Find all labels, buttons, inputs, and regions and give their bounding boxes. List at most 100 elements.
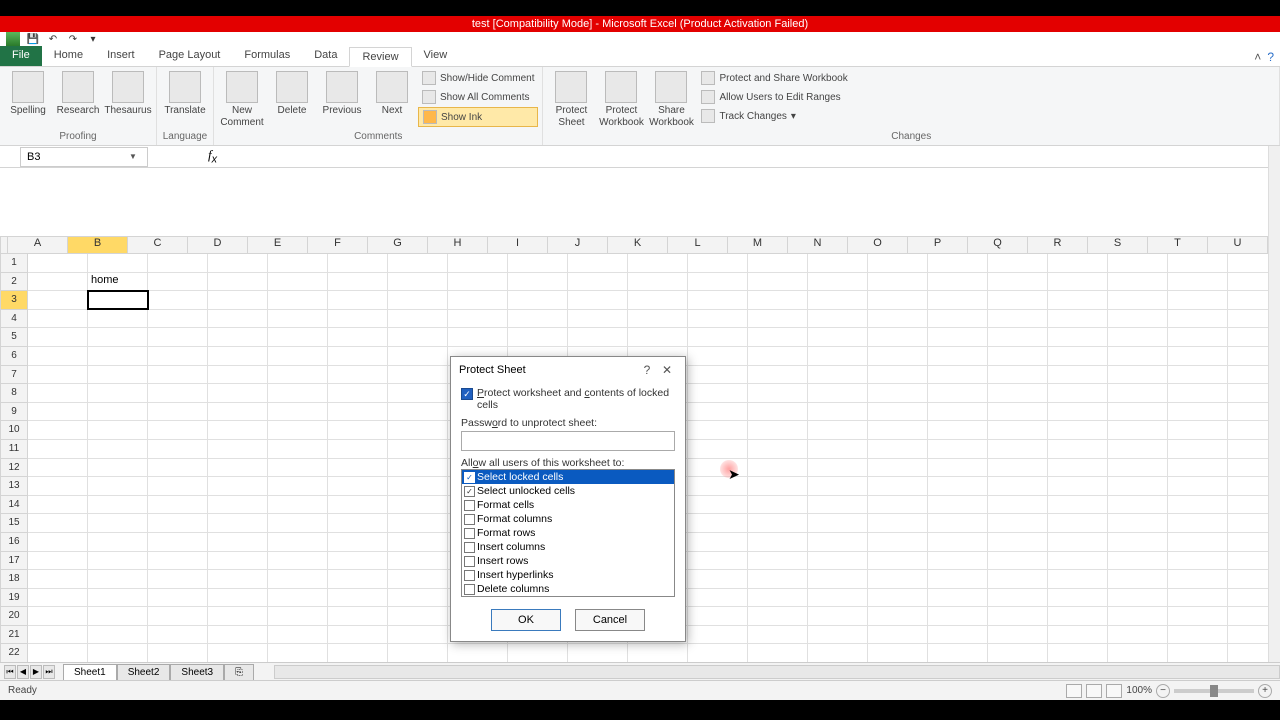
permission-delete-rows[interactable]: Delete rows [462, 596, 674, 597]
cell-Q15[interactable] [988, 514, 1048, 533]
cell-B20[interactable] [88, 607, 148, 626]
cell-P15[interactable] [928, 514, 988, 533]
cell-E11[interactable] [268, 440, 328, 459]
cell-C16[interactable] [148, 533, 208, 552]
row-header-8[interactable]: 8 [0, 384, 28, 403]
cell-P12[interactable] [928, 459, 988, 478]
cell-U20[interactable] [1228, 607, 1268, 626]
cell-E15[interactable] [268, 514, 328, 533]
cell-S11[interactable] [1108, 440, 1168, 459]
cell-T11[interactable] [1168, 440, 1228, 459]
cell-E10[interactable] [268, 421, 328, 440]
cell-A20[interactable] [28, 607, 88, 626]
cell-P10[interactable] [928, 421, 988, 440]
cell-Q4[interactable] [988, 310, 1048, 329]
cell-M3[interactable] [748, 291, 808, 310]
cell-S19[interactable] [1108, 589, 1168, 608]
cell-F7[interactable] [328, 366, 388, 385]
cell-K22[interactable] [628, 644, 688, 662]
cell-T6[interactable] [1168, 347, 1228, 366]
cell-O5[interactable] [868, 328, 928, 347]
cell-L18[interactable] [688, 570, 748, 589]
cell-Q10[interactable] [988, 421, 1048, 440]
cell-B1[interactable] [88, 254, 148, 273]
row-header-19[interactable]: 19 [0, 589, 28, 608]
cell-F3[interactable] [328, 291, 388, 310]
cell-N17[interactable] [808, 552, 868, 571]
select-all-corner[interactable] [0, 236, 8, 254]
col-header-K[interactable]: K [608, 236, 668, 254]
cell-G18[interactable] [388, 570, 448, 589]
page-break-view-icon[interactable] [1106, 684, 1122, 698]
permission-insert-rows[interactable]: Insert rows [462, 554, 674, 568]
cell-N13[interactable] [808, 477, 868, 496]
cell-T9[interactable] [1168, 403, 1228, 422]
permission-select-unlocked-cells[interactable]: ✓Select unlocked cells [462, 484, 674, 498]
cell-C7[interactable] [148, 366, 208, 385]
cell-Q18[interactable] [988, 570, 1048, 589]
cell-F16[interactable] [328, 533, 388, 552]
cell-A22[interactable] [28, 644, 88, 662]
cell-O16[interactable] [868, 533, 928, 552]
new-comment-button[interactable]: New Comment [218, 69, 266, 131]
zoom-level[interactable]: 100% [1126, 685, 1152, 696]
tab-first-icon[interactable]: ⏮ [4, 665, 16, 679]
cell-U18[interactable] [1228, 570, 1268, 589]
cell-U9[interactable] [1228, 403, 1268, 422]
cell-U3[interactable] [1228, 291, 1268, 310]
cell-O19[interactable] [868, 589, 928, 608]
sheet-tab-sheet1[interactable]: Sheet1 [63, 664, 117, 680]
cell-E3[interactable] [268, 291, 328, 310]
cell-E6[interactable] [268, 347, 328, 366]
cell-J22[interactable] [568, 644, 628, 662]
cell-A6[interactable] [28, 347, 88, 366]
col-header-G[interactable]: G [368, 236, 428, 254]
row-header-2[interactable]: 2 [0, 273, 28, 292]
cell-Q6[interactable] [988, 347, 1048, 366]
cell-A7[interactable] [28, 366, 88, 385]
dialog-close-icon[interactable]: ✕ [657, 363, 677, 377]
password-input[interactable] [461, 431, 675, 451]
cell-B13[interactable] [88, 477, 148, 496]
cell-P17[interactable] [928, 552, 988, 571]
translate-button[interactable]: Translate [161, 69, 209, 119]
track-changes-button[interactable]: Track Changes ▾ [697, 107, 851, 125]
row-header-14[interactable]: 14 [0, 496, 28, 515]
cell-H3[interactable] [448, 291, 508, 310]
cell-J2[interactable] [568, 273, 628, 292]
tab-page-layout[interactable]: Page Layout [147, 46, 233, 66]
cell-M9[interactable] [748, 403, 808, 422]
cell-N4[interactable] [808, 310, 868, 329]
cell-C19[interactable] [148, 589, 208, 608]
show-all-comments-button[interactable]: Show All Comments [418, 88, 538, 106]
cell-N22[interactable] [808, 644, 868, 662]
col-header-J[interactable]: J [548, 236, 608, 254]
cell-J5[interactable] [568, 328, 628, 347]
permission-select-locked-cells[interactable]: ✓Select locked cells [462, 470, 674, 484]
cell-C20[interactable] [148, 607, 208, 626]
cell-N2[interactable] [808, 273, 868, 292]
cell-K4[interactable] [628, 310, 688, 329]
cell-L10[interactable] [688, 421, 748, 440]
cell-A15[interactable] [28, 514, 88, 533]
cell-O8[interactable] [868, 384, 928, 403]
spelling-button[interactable]: Spelling [4, 69, 52, 119]
cell-C12[interactable] [148, 459, 208, 478]
cell-O2[interactable] [868, 273, 928, 292]
cell-Q11[interactable] [988, 440, 1048, 459]
cell-M4[interactable] [748, 310, 808, 329]
cell-Q2[interactable] [988, 273, 1048, 292]
cell-R13[interactable] [1048, 477, 1108, 496]
cell-N20[interactable] [808, 607, 868, 626]
cell-Q13[interactable] [988, 477, 1048, 496]
tab-home[interactable]: Home [42, 46, 95, 66]
cell-S13[interactable] [1108, 477, 1168, 496]
cell-N18[interactable] [808, 570, 868, 589]
undo-icon[interactable]: ↶ [44, 31, 62, 47]
cell-C22[interactable] [148, 644, 208, 662]
cell-G16[interactable] [388, 533, 448, 552]
cell-R2[interactable] [1048, 273, 1108, 292]
cell-B9[interactable] [88, 403, 148, 422]
cell-T12[interactable] [1168, 459, 1228, 478]
cell-T15[interactable] [1168, 514, 1228, 533]
